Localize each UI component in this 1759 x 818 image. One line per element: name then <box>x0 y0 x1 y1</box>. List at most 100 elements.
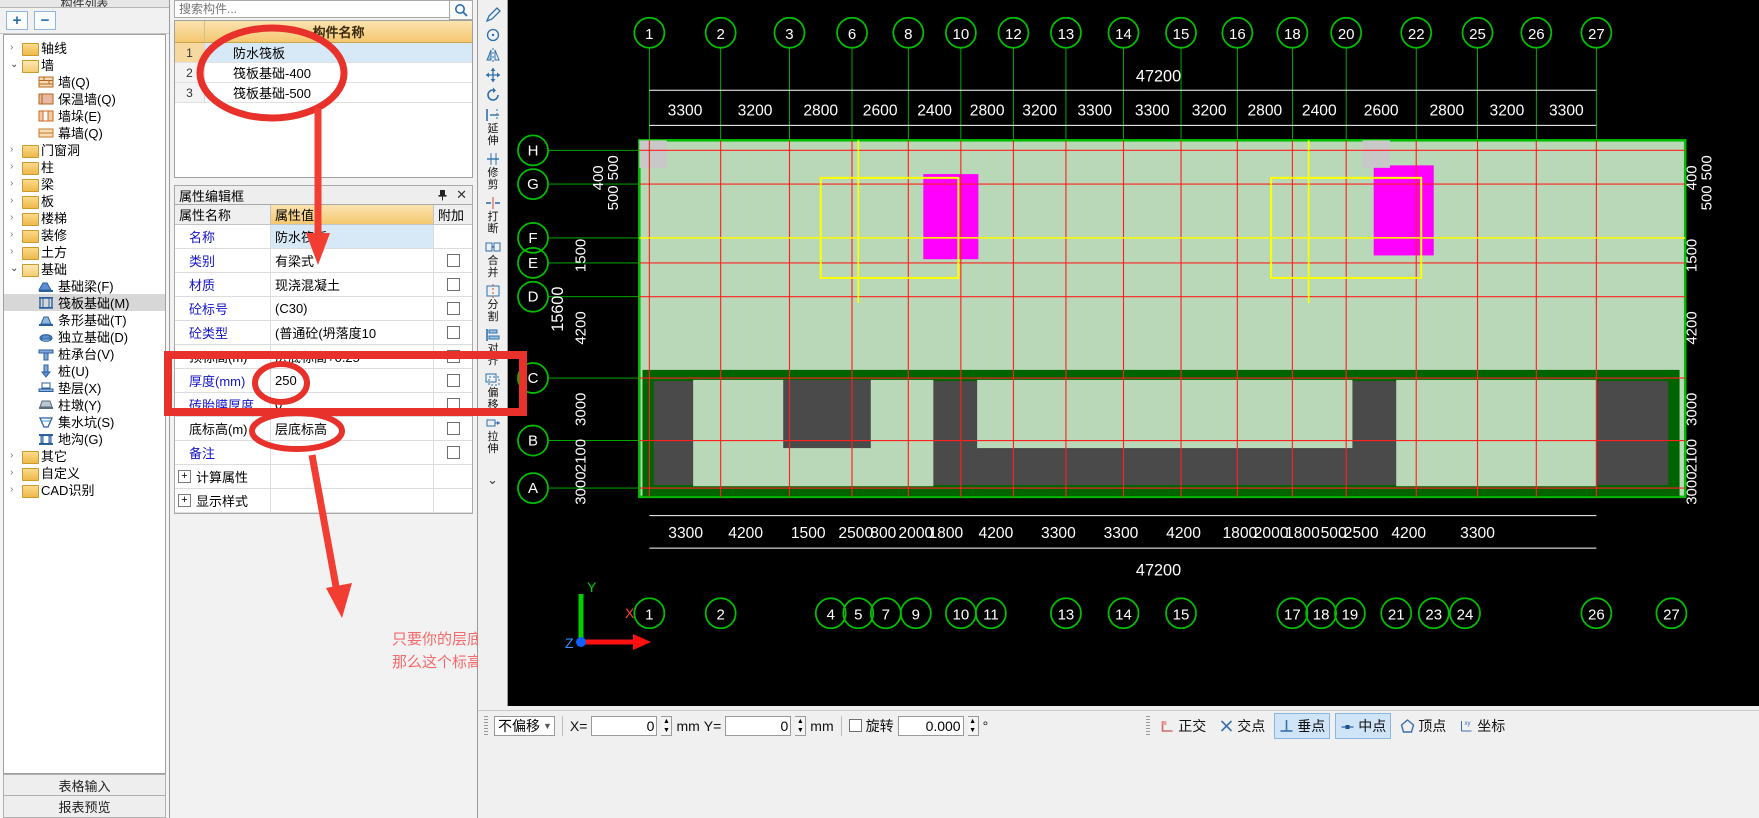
attach-checkbox[interactable] <box>446 446 460 459</box>
chevron-right-icon[interactable]: › <box>10 246 22 257</box>
search-input[interactable] <box>175 2 472 16</box>
tree-item-地沟(G)[interactable]: 地沟(G) <box>4 430 165 447</box>
pin-icon[interactable] <box>437 189 448 201</box>
tree-item-基础[interactable]: ⌄ 基础 <box>4 260 165 277</box>
report-preview-button[interactable]: 报表预览 <box>3 796 166 818</box>
toolbar-more-icon[interactable]: ⌄ <box>478 472 507 488</box>
toolbar-pen-icon[interactable] <box>478 6 507 23</box>
component-rows[interactable]: 1 防水筏板 2 筏板基础-400 3 筏板基础-500 <box>175 43 472 103</box>
property-row[interactable]: 砼标号 (C30) <box>175 297 472 321</box>
property-row[interactable]: 名称 防水筏板 <box>175 225 472 249</box>
toolbar-mirror-icon[interactable] <box>478 46 507 63</box>
chevron-down-icon[interactable]: ⌄ <box>10 59 22 70</box>
property-row[interactable]: 类别 有梁式 <box>175 249 472 273</box>
property-attach-cell[interactable] <box>434 393 472 416</box>
property-attach-cell[interactable] <box>434 441 472 464</box>
toolbar-分割[interactable]: 分割 <box>478 282 507 323</box>
property-value-cell[interactable]: 层底标高 <box>271 417 434 440</box>
break-icon[interactable] <box>483 194 503 211</box>
property-value-cell[interactable]: 250 <box>271 369 434 392</box>
y-stepper[interactable]: ▲ ▼ <box>795 715 807 736</box>
chevron-down-icon[interactable]: ▼ <box>543 721 552 731</box>
toolbar-打断[interactable]: 打断 <box>478 194 507 235</box>
attach-checkbox[interactable] <box>446 278 460 291</box>
y-input[interactable]: 0 <box>725 715 792 736</box>
property-row[interactable]: + 计算属性 <box>175 465 472 489</box>
chevron-right-icon[interactable]: › <box>10 450 22 461</box>
tree-item-墙垛(E)[interactable]: 墙垛(E) <box>4 107 165 124</box>
property-row[interactable]: 砖胎膜厚度 0 <box>175 393 472 417</box>
x-stepper[interactable]: ▲ ▼ <box>661 715 673 736</box>
attach-checkbox[interactable] <box>446 254 460 267</box>
property-attach-cell[interactable] <box>434 321 472 344</box>
chevron-right-icon[interactable]: › <box>10 144 22 155</box>
tree-item-梁[interactable]: › 梁 <box>4 175 165 192</box>
merge-icon[interactable] <box>483 238 503 255</box>
property-row[interactable]: 材质 现浇混凝土 <box>175 273 472 297</box>
property-attach-cell[interactable] <box>434 249 472 272</box>
snap-垂点[interactable]: 垂点 <box>1274 712 1331 739</box>
split-icon[interactable] <box>483 282 503 299</box>
stretch-icon[interactable] <box>483 414 503 431</box>
tree-item-其它[interactable]: › 其它 <box>4 447 165 464</box>
property-row[interactable]: 顶标高(m) 层底标高+0.25 <box>175 345 472 369</box>
property-row[interactable]: 厚度(mm) 250 <box>175 369 472 393</box>
pen-icon[interactable] <box>483 6 503 23</box>
toolbar-延伸[interactable]: 延伸 <box>478 106 507 147</box>
drawing-canvas[interactable]: 1 2 3 6 8 10 12 13 14 15 16 18 20 22 25 26 27 H G F E D C B A 472… <box>508 0 1759 706</box>
property-attach-cell[interactable] <box>434 297 472 320</box>
add-component-button[interactable]: + <box>6 11 28 30</box>
chevron-right-icon[interactable]: › <box>10 195 22 206</box>
chevron-right-icon[interactable]: › <box>10 161 22 172</box>
rotate-icon[interactable] <box>483 86 503 103</box>
chevron-right-icon[interactable]: › <box>10 467 22 478</box>
rotate-input[interactable]: 0.000 <box>897 715 964 736</box>
align-icon[interactable] <box>483 326 503 343</box>
expand-icon[interactable]: + <box>178 470 191 483</box>
tree-item-轴线[interactable]: › 轴线 <box>4 39 165 56</box>
tree-item-CAD识别[interactable]: › CAD识别 <box>4 481 165 498</box>
mirror-icon[interactable] <box>483 46 503 63</box>
rotate-stepper[interactable]: ▲ ▼ <box>967 715 979 736</box>
chevron-right-icon[interactable]: › <box>10 42 22 53</box>
snap-中点[interactable]: 中点 <box>1335 712 1392 739</box>
property-grid[interactable]: 属性名称 属性值 附加 名称 防水筏板 类别 有梁式 材质 现浇混凝土 砼标号 … <box>174 205 473 514</box>
chevron-right-icon[interactable]: › <box>10 212 22 223</box>
property-value-cell[interactable]: 防水筏板 <box>271 225 434 248</box>
toolbar-合并[interactable]: 合并 <box>478 238 507 279</box>
attach-checkbox[interactable] <box>446 326 460 339</box>
attach-checkbox[interactable] <box>446 374 460 387</box>
attach-checkbox[interactable] <box>446 350 460 363</box>
property-attach-cell[interactable] <box>434 345 472 368</box>
expand-icon[interactable]: + <box>178 494 191 507</box>
toolbar-拉伸[interactable]: 拉伸 <box>478 414 507 455</box>
toolbar-circle-icon[interactable] <box>478 26 507 43</box>
tree-item-柱墩(Y)[interactable]: 柱墩(Y) <box>4 396 165 413</box>
property-value-cell[interactable]: (C30) <box>271 297 434 320</box>
table-row[interactable]: 1 防水筏板 <box>175 43 472 63</box>
component-name-cell[interactable]: 筏板基础-500 <box>205 83 472 102</box>
x-input[interactable]: 0 <box>591 715 658 736</box>
table-row[interactable]: 2 筏板基础-400 <box>175 63 472 83</box>
tree-item-条形基础(T)[interactable]: 条形基础(T) <box>4 311 165 328</box>
offset-icon[interactable] <box>483 370 503 387</box>
chevron-right-icon[interactable]: › <box>10 484 22 495</box>
snap-options[interactable]: 正交 交点 垂点 中点 顶点 xy 坐标 <box>1156 712 1509 739</box>
property-attach-cell[interactable] <box>434 417 472 440</box>
toolbar-修剪[interactable]: 修剪 <box>478 150 507 191</box>
table-input-button[interactable]: 表格输入 <box>3 774 166 796</box>
rotate-checkbox[interactable] <box>848 719 862 732</box>
search-icon[interactable] <box>449 0 473 20</box>
snap-正交[interactable]: 正交 <box>1156 714 1210 738</box>
property-value-cell[interactable] <box>271 465 434 488</box>
component-search-row[interactable] <box>174 0 473 20</box>
component-name-cell[interactable]: 筏板基础-400 <box>205 63 472 82</box>
toolbar-对齐[interactable]: 对齐 <box>478 326 507 367</box>
move-icon[interactable] <box>483 66 503 83</box>
attach-checkbox[interactable] <box>446 422 460 435</box>
attach-checkbox[interactable] <box>446 398 460 411</box>
property-value-cell[interactable]: 0 <box>271 393 434 416</box>
component-tree[interactable]: › 轴线 ⌄ 墙墙(Q) 保温墙(Q) 墙垛(E) 幕墙(Q) › 门窗洞 › 柱 › 梁 › 板 › 楼梯 › 装… <box>3 34 166 774</box>
toolbar-move-icon[interactable] <box>478 66 507 83</box>
tree-item-垫层(X)[interactable]: 垫层(X) <box>4 379 165 396</box>
